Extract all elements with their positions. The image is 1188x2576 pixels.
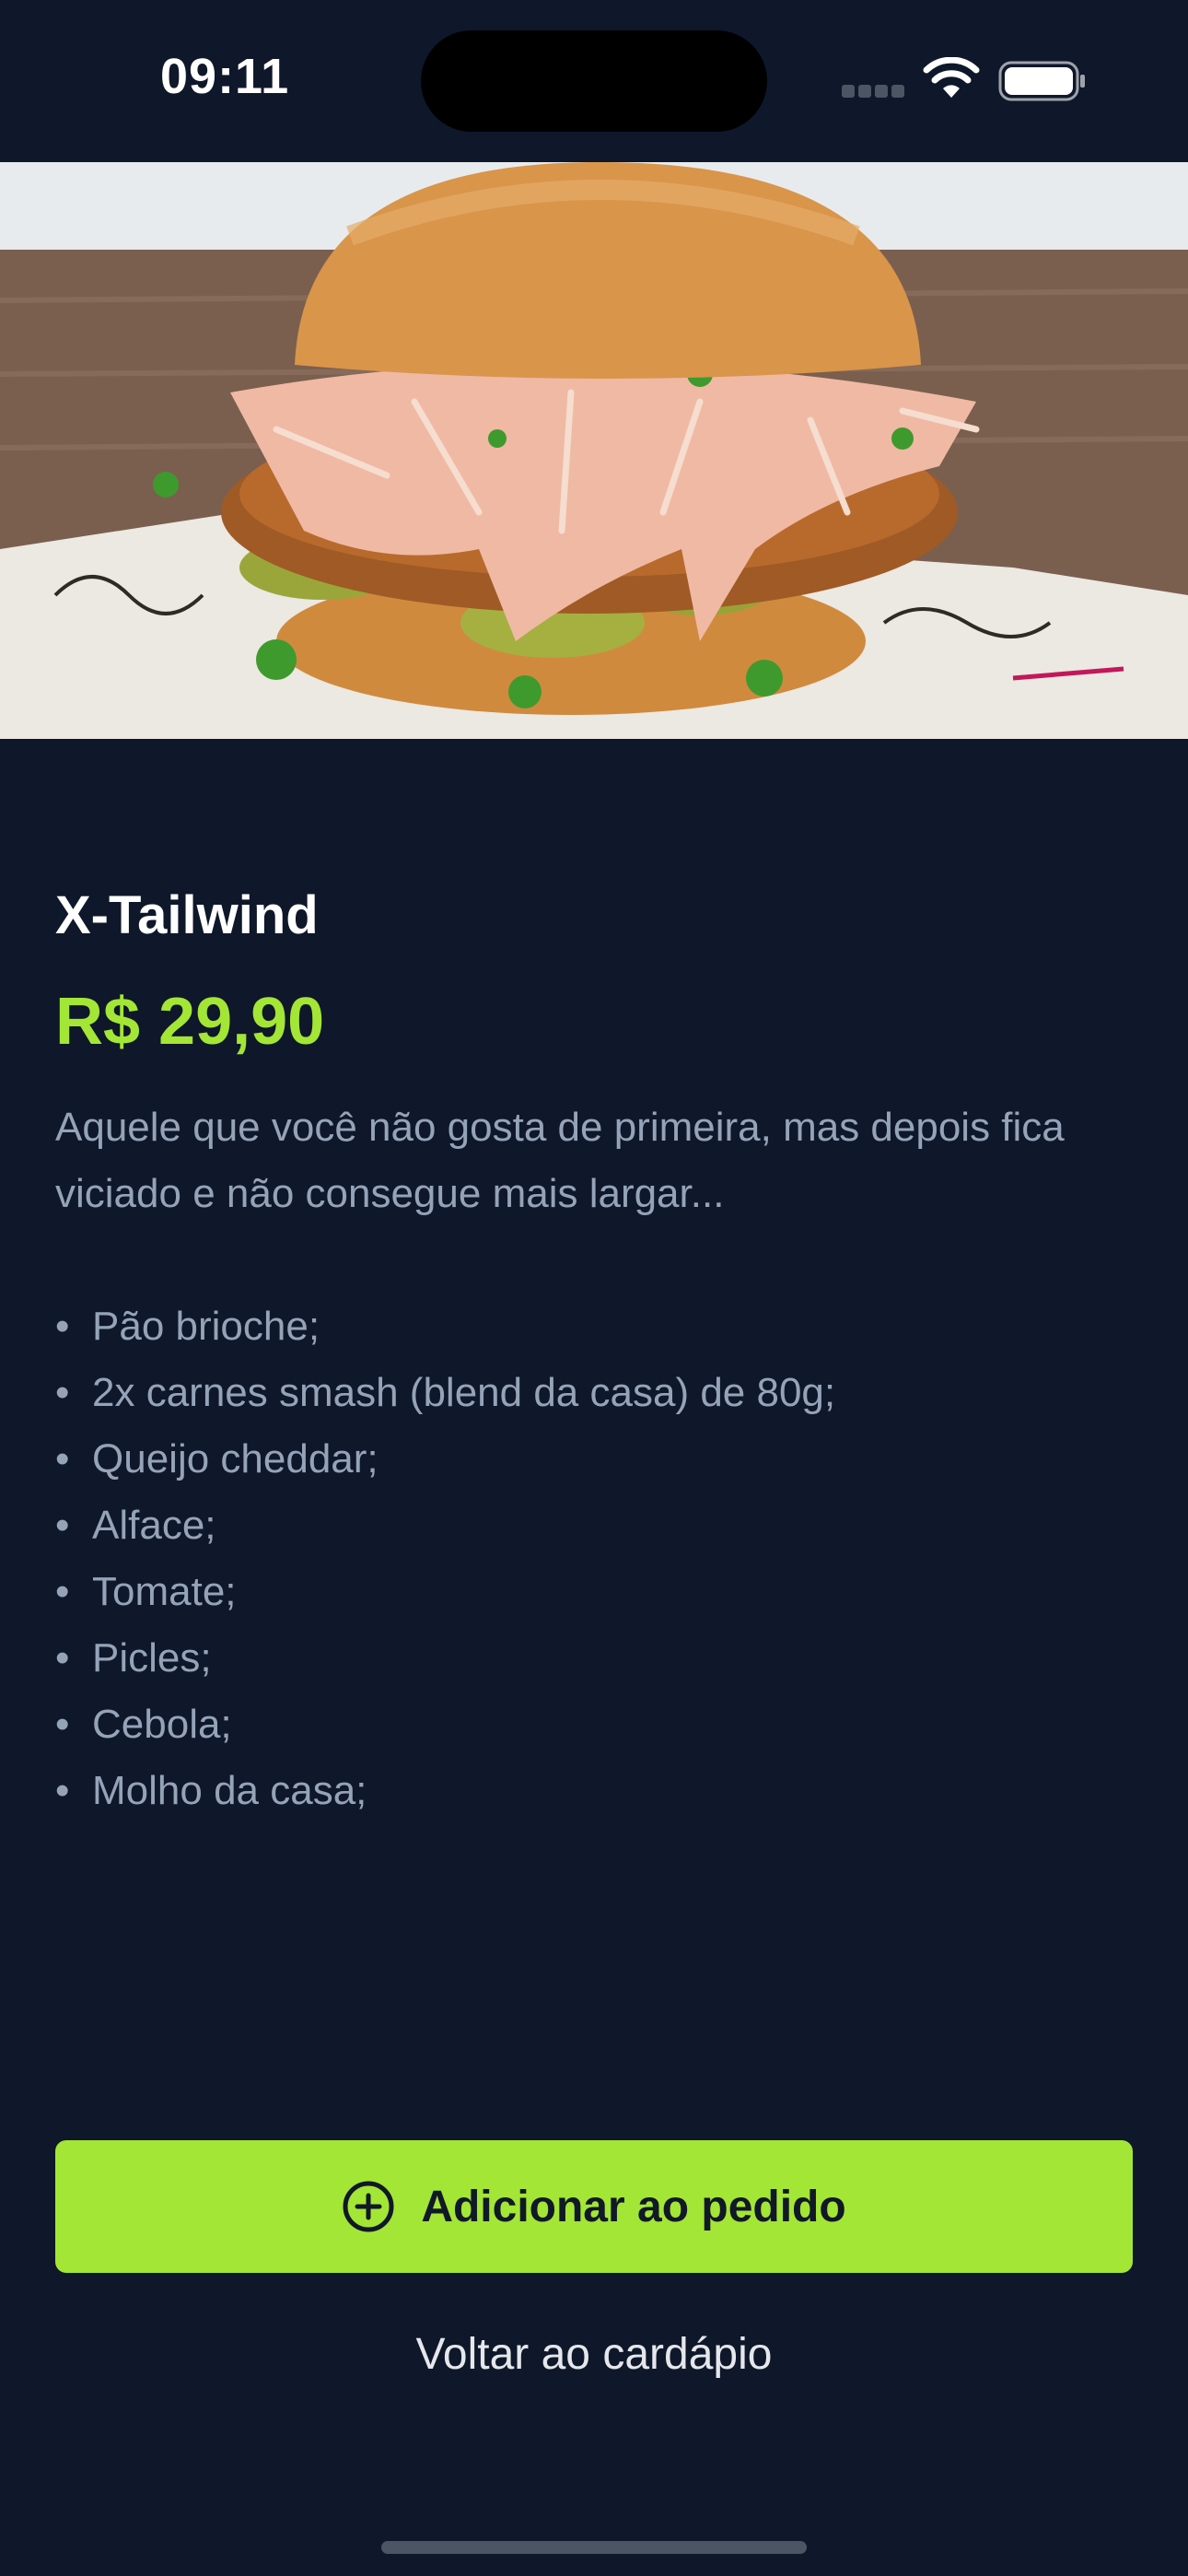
back-to-menu-link[interactable]: Voltar ao cardápio [0, 2329, 1188, 2380]
add-to-order-label: Adicionar ao pedido [421, 2182, 846, 2231]
ingredient-item: • Pão brioche; [55, 1294, 1133, 1360]
product-description: Aquele que você não gosta de primeira, m… [55, 1105, 1065, 1216]
plus-circle-icon [343, 2181, 394, 2232]
burger-illustration [0, 162, 1188, 739]
dynamic-island [421, 30, 767, 132]
product-detail-screen: 09:11 X-Tailwind R$ 29,90 Aquele que voc… [0, 0, 1188, 2576]
bullet-glyph: • [55, 1569, 70, 1614]
product-price: R$ 29,90 [55, 985, 325, 1059]
ingredients-list: • Pão brioche; • 2x carnes smash (blend da… [55, 1294, 1133, 1824]
bullet-glyph: • [55, 1768, 70, 1813]
home-indicator[interactable] [381, 2541, 807, 2554]
bullet-glyph: • [55, 1370, 70, 1415]
product-title: X-Tailwind [55, 885, 319, 945]
battery-icon [998, 61, 1085, 101]
ingredient-item: • Tomate; [55, 1559, 1133, 1625]
bullet-glyph: • [55, 1304, 70, 1349]
ingredient-item: • 2x carnes smash (blend da casa) de 80g; [55, 1360, 1133, 1426]
add-to-order-button[interactable]: Adicionar ao pedido [55, 2140, 1133, 2273]
burger-photo [0, 162, 1188, 739]
ingredient-item: • Queijo cheddar; [55, 1426, 1133, 1493]
status-time: 09:11 [160, 49, 290, 104]
ingredient-item: • Alface; [55, 1493, 1133, 1559]
ingredient-item: • Molho da casa; [55, 1758, 1133, 1824]
status-bar: 09:11 [0, 0, 1188, 162]
bullet-glyph: • [55, 1503, 70, 1548]
ingredient-item: • Picles; [55, 1625, 1133, 1692]
signal-icon [842, 85, 904, 98]
bullet-glyph: • [55, 1436, 70, 1481]
wifi-icon [923, 57, 980, 98]
ingredient-item: • Cebola; [55, 1692, 1133, 1758]
bullet-glyph: • [55, 1702, 70, 1747]
bullet-glyph: • [55, 1635, 70, 1680]
